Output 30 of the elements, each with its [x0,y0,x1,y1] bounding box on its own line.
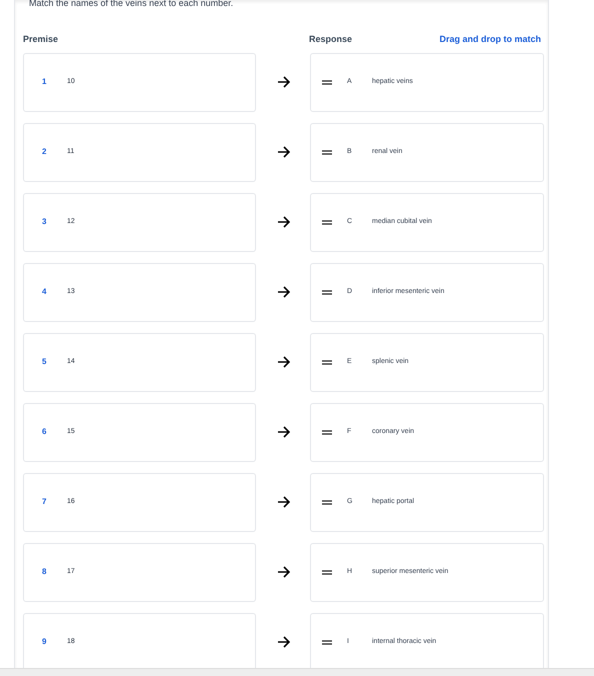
drag-handle-icon[interactable] [322,570,332,574]
arrow-right-icon [277,76,291,88]
premise-number: 3 [42,216,48,228]
drag-handle-icon[interactable] [322,150,332,154]
premise-number: 5 [42,356,48,368]
arrow-right-icon [277,146,291,158]
drag-drop-hint: Drag and drop to match [439,33,541,46]
arrow-right-icon [277,286,291,298]
drag-handle-icon[interactable] [322,220,332,224]
premise-number: 4 [42,286,48,298]
drag-handle-icon[interactable] [322,640,332,644]
arrow-right-icon [277,636,291,648]
premise-number: 2 [42,146,48,158]
premise-number: 8 [42,566,48,578]
arrow-right-icon [277,496,291,508]
drag-handle-icon[interactable] [322,80,332,84]
arrow-right-icon [277,216,291,228]
drag-handle-icon[interactable] [322,360,332,364]
premise-number: 6 [42,426,48,438]
premise-heading: Premise [23,33,60,46]
arrow-right-icon [277,356,291,368]
drag-handle-icon[interactable] [322,500,332,504]
drag-handle-icon[interactable] [322,290,332,294]
arrow-right-icon [277,566,291,578]
premise-number: 9 [42,636,48,648]
arrow-right-icon [277,426,291,438]
premise-number: 7 [42,496,48,508]
drag-handle-icon[interactable] [322,430,332,434]
premise-number: 1 [42,76,48,88]
response-heading: Response [309,33,352,46]
